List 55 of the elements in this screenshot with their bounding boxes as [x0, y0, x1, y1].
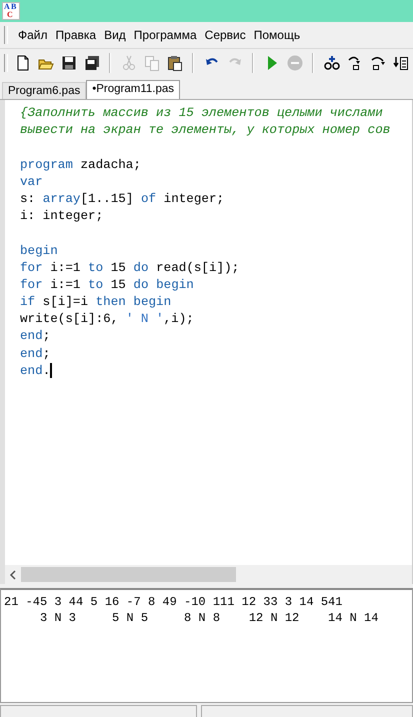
menu-item[interactable]: Правка [52, 28, 100, 42]
code-keyword: end [20, 329, 43, 344]
step-into-icon[interactable] [346, 54, 363, 72]
code-keyword: end [20, 346, 43, 361]
run-to-cursor-icon[interactable] [392, 54, 409, 72]
output-line: 3 N 3 5 N 5 8 N 8 12 N 12 14 N 14 [39, 610, 380, 626]
code-text: integer; [162, 192, 224, 206]
code-text: i: integer; [20, 209, 104, 224]
code-comment: {Заполнить массив из 15 элементов целыми числами [20, 106, 383, 120]
code-text: s[i]=i [42, 295, 90, 310]
menu-item[interactable]: Помощь [250, 28, 304, 42]
code-text: [1..15] [80, 192, 134, 206]
code-text: i:=1 [49, 278, 82, 292]
menu-item[interactable]: Программа [130, 28, 201, 42]
file-tab[interactable]: Program6.pas [2, 82, 86, 99]
code-text: i:=1 [49, 260, 82, 275]
output-line: 21 -45 3 44 5 16 -7 8 49 -10 111 12 33 3 14 541 [4, 594, 344, 610]
text-cursor [50, 362, 52, 378]
code-text: 15 [110, 260, 127, 275]
code-text: ,i); [164, 312, 194, 326]
code-keyword: then begin [96, 295, 172, 310]
menu-item[interactable]: Сервис [200, 28, 250, 42]
code-text: zadacha; [79, 158, 141, 172]
menu-item[interactable]: Вид [100, 28, 130, 42]
code-keyword: program [20, 158, 73, 172]
code-keyword: if [20, 295, 36, 310]
horizontal-scrollbar[interactable] [5, 565, 412, 584]
code-text: write(s[i]:6, [20, 312, 120, 326]
code-keyword: var [20, 174, 43, 189]
code-keyword: of [140, 192, 156, 206]
code-keyword: for [20, 278, 43, 292]
code-text: read(s[i]); [155, 260, 240, 275]
code-keyword: to [88, 260, 104, 275]
code-text: . [42, 364, 50, 378]
code-keyword: end [20, 364, 43, 378]
save-icon[interactable] [60, 54, 77, 72]
app-icon: ABC [2, 2, 20, 20]
file-tab[interactable]: •Program11.pas [86, 80, 180, 99]
code-text: ; [42, 346, 50, 361]
code-keyword: begin [20, 244, 58, 258]
code-keyword: for [20, 260, 43, 275]
step-over-icon[interactable] [369, 54, 386, 72]
code-keyword: do [133, 260, 149, 275]
code-keyword: to [88, 278, 104, 292]
code-text: ; [42, 329, 50, 344]
code-keyword: do begin [133, 278, 194, 292]
code-string: ' N ' [126, 312, 164, 326]
code-keyword: array [42, 192, 80, 206]
menu-item[interactable]: Файл [14, 28, 52, 42]
code-text: 15 [110, 278, 127, 292]
code-text: s: [20, 192, 36, 206]
code-comment: вывести на экран те элементы, у которых номер сов [20, 123, 390, 138]
save-all-icon[interactable] [83, 54, 100, 72]
glasses-icon[interactable] [323, 54, 340, 72]
clipboard-icon[interactable] [166, 54, 183, 72]
